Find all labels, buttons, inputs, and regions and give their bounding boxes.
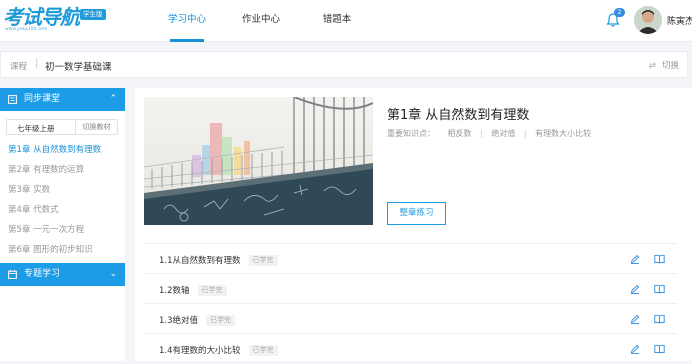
swap-arrows-icon: ⇄ [648,61,656,71]
chapter-title: 第1章 从自然数到有理数 [387,108,530,123]
nav-learning-center[interactable]: 学习中心 [162,0,212,42]
logo-badge: 学生版 [80,9,106,20]
sidebar-chapter-4[interactable]: 第4章 代数式 [8,203,59,215]
section-row[interactable]: 1.3绝对值 已学完 [144,304,677,334]
top-header: 考试导航 www.yoka100.com 学生版 学习中心 作业中心 错题本 2… [0,0,692,42]
nav-active-indicator [170,39,204,42]
edit-icon[interactable] [630,254,640,264]
section-row[interactable]: 1.2数轴 已学完 [144,274,677,304]
open-book-icon[interactable] [654,314,665,324]
nav-homework-center[interactable]: 作业中心 [236,0,286,42]
section-title[interactable]: 1.2数轴 [159,286,190,296]
section-title[interactable]: 1.4有理数的大小比较 [159,346,241,356]
main-content: 第1章 从自然数到有理数 重要知识点： 相反数 | 绝对值 | 有理数大小比较 … [135,88,692,361]
section-row[interactable]: 1.1从自然数到有理数 已学完 [144,244,677,274]
breadcrumb: 课程 | 初一数学基础课 ⇄ 切换 [0,51,688,78]
sidebar-chapter-1[interactable]: 第1章 从自然数到有理数 [8,143,101,155]
open-book-icon[interactable] [654,284,665,294]
divider: | [480,129,483,138]
chevron-down-icon: ⌄ [109,269,117,279]
open-book-icon[interactable] [654,344,665,354]
status-badge: 已学完 [197,285,227,296]
section-list: 1.1从自然数到有理数 已学完 1.2数轴 已学完 1.3绝对值 已学完 1.4有理数… [144,243,677,361]
open-book-icon[interactable] [654,254,665,264]
sidebar-section-topic-study[interactable]: 专题学习 ⌄ [0,263,125,286]
knowledge-points-label: 重要知识点： [387,129,435,138]
sidebar-section-sync-class[interactable]: 同步课堂 ⌃ [0,88,125,111]
chapter-practice-button[interactable]: 整章练习 [387,202,446,225]
breadcrumb-current-course: 初一数学基础课 [45,62,112,73]
sidebar-chapter-3[interactable]: 第3章 实数 [8,183,50,195]
knowledge-points: 重要知识点： 相反数 | 绝对值 | 有理数大小比较 [387,128,597,139]
switch-course-button[interactable]: ⇄ 切换 [649,59,679,71]
avatar[interactable] [634,6,662,34]
edit-icon[interactable] [630,344,640,354]
edit-icon[interactable] [630,314,640,324]
book-icon [8,95,17,104]
sidebar-chapter-5[interactable]: 第5章 一元一次方程 [8,223,84,235]
breadcrumb-separator: | [35,58,39,69]
chevron-up-icon: ⌃ [109,94,117,104]
knowledge-point[interactable]: 有理数大小比较 [535,129,591,138]
sidebar-section-label: 同步课堂 [24,94,61,104]
status-badge: 已学完 [248,255,278,266]
switch-label: 切换 [661,61,679,71]
status-badge: 已学完 [248,345,278,356]
logo[interactable]: 考试导航 www.yoka100.com 学生版 [3,7,113,33]
status-badge: 已学完 [206,315,236,326]
notification-badge: 2 [614,8,625,17]
breadcrumb-courses[interactable]: 课程 [10,60,27,72]
calendar-icon [8,270,17,279]
username[interactable]: 陈寅杰 [667,14,692,27]
knowledge-point[interactable]: 相反数 [448,129,472,138]
sidebar: 同步课堂 ⌃ 七年级上册 切换教材 第1章 从自然数到有理数 第2章 有理数的运… [0,88,125,361]
section-title[interactable]: 1.1从自然数到有理数 [159,256,241,266]
sidebar-chapter-6[interactable]: 第6章 图形的初步知识 [8,243,93,255]
grade-selector[interactable]: 七年级上册 切换教材 [6,119,118,135]
section-title[interactable]: 1.3绝对值 [159,316,198,326]
switch-textbook-button[interactable]: 切换教材 [75,120,117,134]
chapter-cover-image [144,97,373,225]
sidebar-section-label: 专题学习 [24,269,61,279]
divider: | [523,129,527,138]
sidebar-chapter-2[interactable]: 第2章 有理数的运算 [8,163,84,175]
grade-value: 七年级上册 [17,124,55,133]
knowledge-point[interactable]: 绝对值 [491,129,515,138]
nav-wrong-questions[interactable]: 错题本 [317,0,357,42]
edit-icon[interactable] [630,284,640,294]
section-row[interactable]: 1.4有理数的大小比较 已学完 [144,334,677,364]
